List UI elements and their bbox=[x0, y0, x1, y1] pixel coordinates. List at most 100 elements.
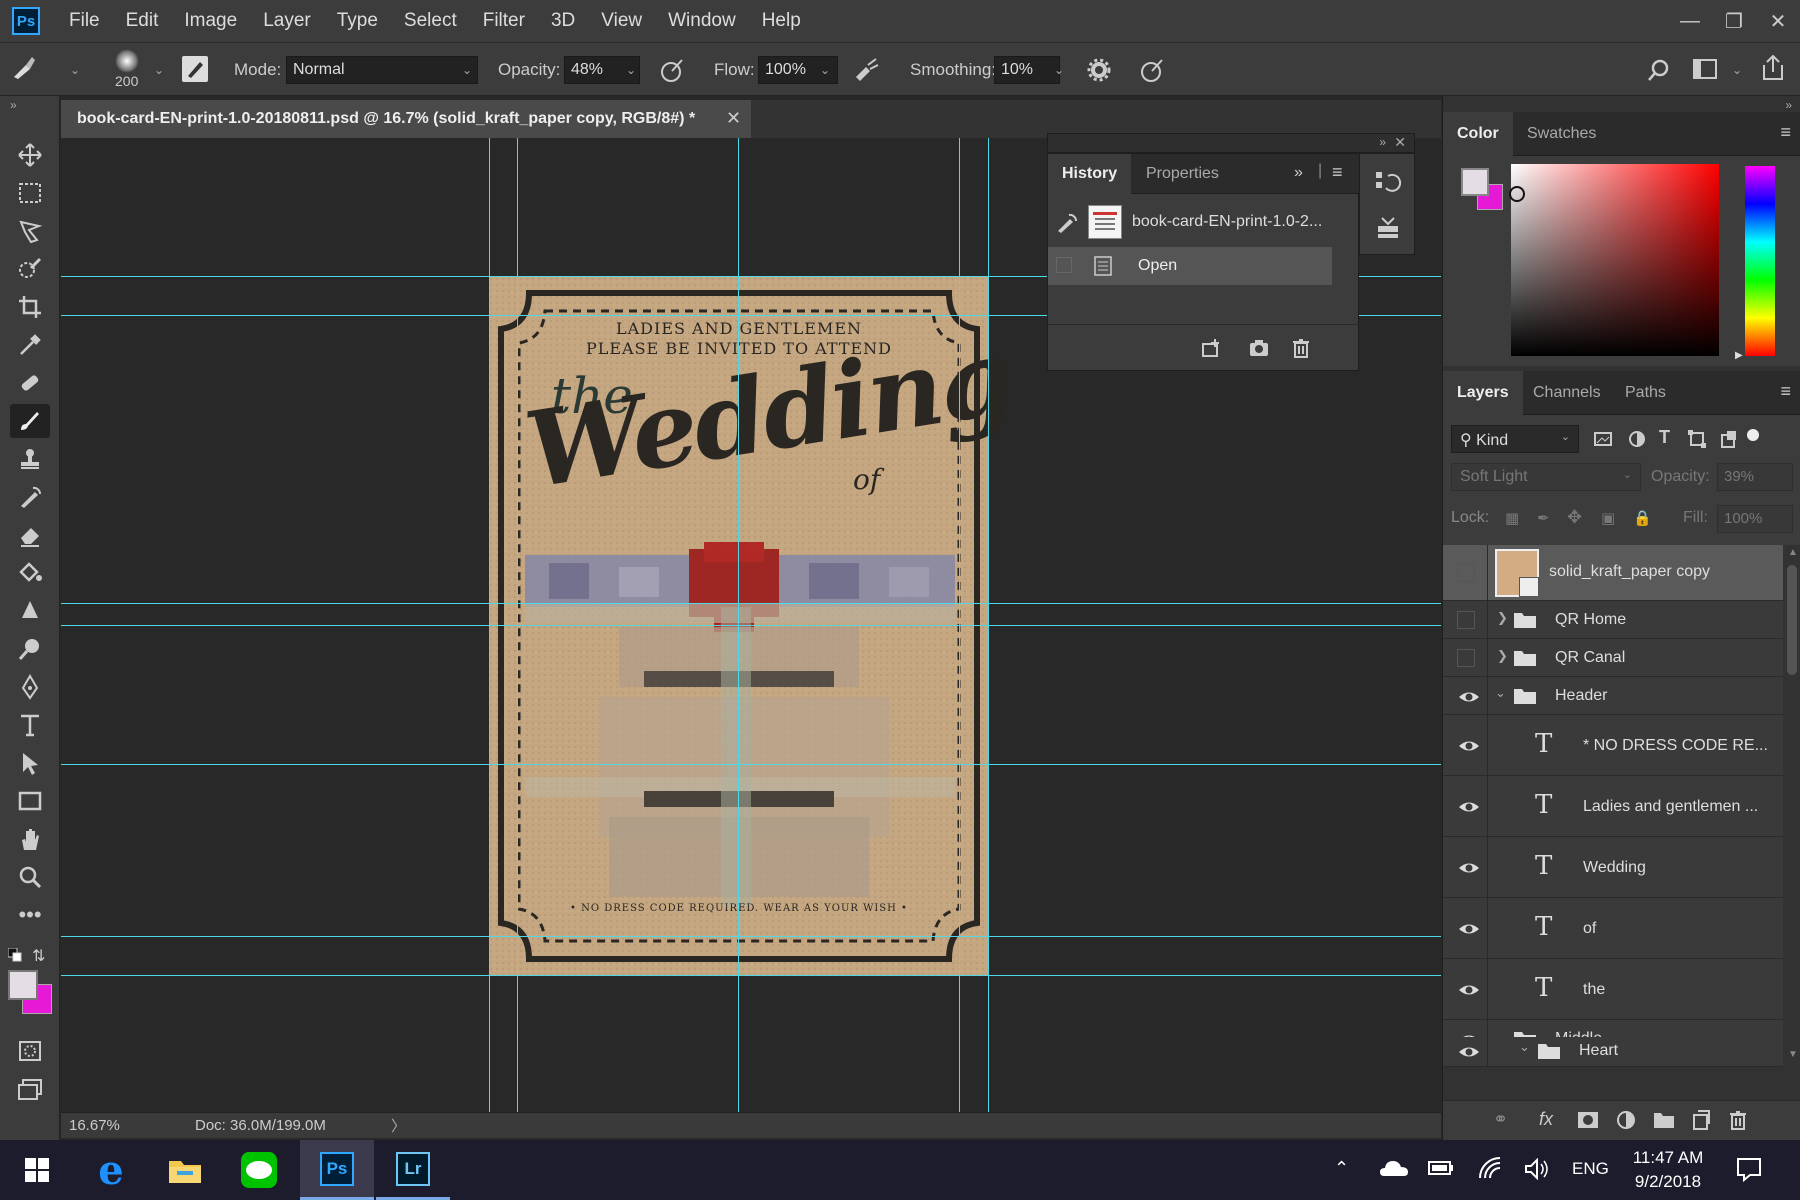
photoshop-taskbar-icon[interactable]: Ps bbox=[300, 1140, 374, 1200]
close-icon[interactable]: ✕ bbox=[1756, 0, 1800, 42]
chevron-down-icon[interactable]: ⌄ bbox=[154, 63, 164, 77]
brush-tool-preset-icon[interactable] bbox=[8, 53, 38, 83]
new-layer-icon[interactable] bbox=[1691, 1109, 1711, 1131]
guide-horizontal[interactable] bbox=[61, 603, 1441, 604]
eye-icon[interactable] bbox=[1457, 920, 1481, 938]
menu-3d[interactable]: 3D bbox=[551, 10, 575, 32]
default-colors-icon[interactable] bbox=[8, 948, 22, 962]
trash-icon[interactable] bbox=[1727, 1109, 1749, 1131]
wifi-icon[interactable] bbox=[1478, 1156, 1504, 1180]
minimize-icon[interactable]: — bbox=[1668, 0, 1712, 42]
eye-icon[interactable] bbox=[1457, 688, 1481, 706]
close-icon[interactable]: ✕ bbox=[1394, 134, 1406, 151]
chevron-down-icon[interactable]: ⌄ bbox=[462, 63, 472, 77]
layer-row[interactable]: T of bbox=[1443, 898, 1783, 959]
document-tab[interactable]: book-card-EN-print-1.0-20180811.psd @ 16… bbox=[61, 100, 751, 138]
lock-transparent-icon[interactable]: ▦ bbox=[1505, 509, 1519, 527]
lasso-tool-icon[interactable] bbox=[10, 214, 50, 248]
eye-icon[interactable] bbox=[1457, 737, 1481, 755]
history-brush-tool-icon[interactable] bbox=[10, 480, 50, 514]
scroll-down-icon[interactable]: ▼ bbox=[1788, 1049, 1798, 1060]
lock-artboard-icon[interactable]: ▣ bbox=[1601, 509, 1615, 527]
tab-properties[interactable]: Properties bbox=[1132, 154, 1233, 194]
workspace-icon[interactable] bbox=[1692, 57, 1718, 81]
type-tool-icon[interactable] bbox=[10, 708, 50, 742]
share-icon[interactable] bbox=[1760, 53, 1786, 81]
healing-brush-tool-icon[interactable] bbox=[10, 366, 50, 400]
layer-filter-select[interactable]: ⚲ Kind ⌄ bbox=[1451, 425, 1579, 453]
quick-mask-icon[interactable] bbox=[10, 1034, 50, 1068]
tab-history[interactable]: History bbox=[1048, 154, 1132, 194]
menu-file[interactable]: File bbox=[69, 10, 100, 32]
collapse-panels-icon[interactable]: » bbox=[1785, 98, 1792, 112]
swap-colors-icon[interactable]: ⇅ bbox=[32, 946, 45, 966]
clock[interactable]: 11:47 AM 9/2/2018 bbox=[1626, 1148, 1710, 1192]
layer-row[interactable]: T Ladies and gentlemen ... bbox=[1443, 776, 1783, 837]
menu-select[interactable]: Select bbox=[404, 10, 457, 32]
lightroom-taskbar-icon[interactable]: Lr bbox=[376, 1140, 450, 1200]
panel-menu-icon[interactable]: ≡ bbox=[1780, 122, 1791, 143]
chevron-down-icon[interactable]: ⌄ bbox=[1519, 1039, 1530, 1055]
history-state-open[interactable]: Open bbox=[1048, 247, 1332, 285]
floating-panel-header[interactable]: » ✕ bbox=[1047, 133, 1415, 153]
status-menu-icon[interactable]: 〉 bbox=[391, 1115, 406, 1136]
menu-layer[interactable]: Layer bbox=[263, 10, 311, 32]
menu-filter[interactable]: Filter bbox=[483, 10, 525, 32]
language-indicator[interactable]: ENG bbox=[1572, 1159, 1609, 1179]
tab-paths[interactable]: Paths bbox=[1611, 371, 1680, 415]
guide-horizontal[interactable] bbox=[61, 975, 1441, 976]
brush-size-icon[interactable] bbox=[115, 49, 139, 73]
tab-layers[interactable]: Layers bbox=[1443, 371, 1523, 415]
zoom-tool-icon[interactable] bbox=[10, 860, 50, 894]
blend-mode-select[interactable]: Soft Light ⌄ bbox=[1451, 463, 1641, 491]
layer-row[interactable]: solid_kraft_paper copy bbox=[1443, 545, 1783, 601]
adjustment-filter-icon[interactable] bbox=[1627, 429, 1647, 449]
blur-tool-icon[interactable] bbox=[10, 594, 50, 628]
guide-horizontal[interactable] bbox=[61, 936, 1441, 937]
visibility-toggle-off[interactable] bbox=[1457, 564, 1475, 582]
search-icon[interactable] bbox=[1646, 57, 1672, 83]
history-snapshot[interactable]: book-card-EN-print-1.0-2... bbox=[1048, 195, 1332, 247]
smoothing-field[interactable]: 10% bbox=[994, 56, 1060, 84]
paint-bucket-tool-icon[interactable] bbox=[10, 556, 50, 590]
path-selection-tool-icon[interactable] bbox=[10, 746, 50, 780]
chevron-right-icon[interactable]: ❯ bbox=[1497, 648, 1508, 664]
fill-field[interactable]: 100% bbox=[1717, 505, 1793, 533]
properties-panel-icon[interactable] bbox=[1374, 214, 1402, 242]
panel-menu-icon[interactable]: ≡ bbox=[1780, 381, 1791, 402]
onedrive-icon[interactable] bbox=[1380, 1158, 1408, 1178]
quick-selection-tool-icon[interactable] bbox=[10, 252, 50, 286]
pressure-opacity-icon[interactable] bbox=[660, 57, 686, 83]
visibility-toggle-off[interactable] bbox=[1457, 611, 1475, 629]
eye-icon[interactable] bbox=[1457, 798, 1481, 816]
windows-start-icon[interactable] bbox=[0, 1140, 74, 1200]
menu-help[interactable]: Help bbox=[762, 10, 801, 32]
marquee-tool-icon[interactable] bbox=[10, 176, 50, 210]
eye-icon[interactable] bbox=[1457, 981, 1481, 999]
edge-browser-icon[interactable]: e bbox=[74, 1140, 148, 1200]
guide-horizontal[interactable] bbox=[61, 625, 1441, 626]
camera-icon[interactable] bbox=[1248, 337, 1270, 359]
link-layers-icon[interactable]: ⚭ bbox=[1493, 1109, 1508, 1130]
move-tool-icon[interactable] bbox=[10, 138, 50, 172]
clone-stamp-tool-icon[interactable] bbox=[10, 442, 50, 476]
chevron-down-icon[interactable]: ⌄ bbox=[1732, 63, 1742, 77]
tab-channels[interactable]: Channels bbox=[1519, 371, 1615, 415]
file-explorer-icon[interactable] bbox=[148, 1140, 222, 1200]
history-state-checkbox[interactable] bbox=[1056, 257, 1072, 273]
eyedropper-tool-icon[interactable] bbox=[10, 328, 50, 362]
layer-row[interactable]: T the bbox=[1443, 959, 1783, 1020]
layer-row[interactable]: ⌄ Heart bbox=[1443, 1037, 1783, 1067]
history-brush-source-icon[interactable] bbox=[1056, 211, 1078, 233]
gear-icon[interactable] bbox=[1086, 57, 1112, 83]
layer-row[interactable]: ⌄ Header bbox=[1443, 677, 1783, 715]
chevron-down-icon[interactable]: ⌄ bbox=[820, 63, 830, 77]
menu-edit[interactable]: Edit bbox=[126, 10, 159, 32]
menu-view[interactable]: View bbox=[601, 10, 642, 32]
eraser-tool-icon[interactable] bbox=[10, 518, 50, 552]
history-panel-icon[interactable] bbox=[1374, 168, 1402, 196]
panel-menu-icon[interactable]: ≡ bbox=[1332, 162, 1343, 183]
color-field[interactable] bbox=[1509, 164, 1719, 356]
crop-tool-icon[interactable] bbox=[10, 290, 50, 324]
scroll-up-icon[interactable]: ▲ bbox=[1788, 547, 1798, 558]
